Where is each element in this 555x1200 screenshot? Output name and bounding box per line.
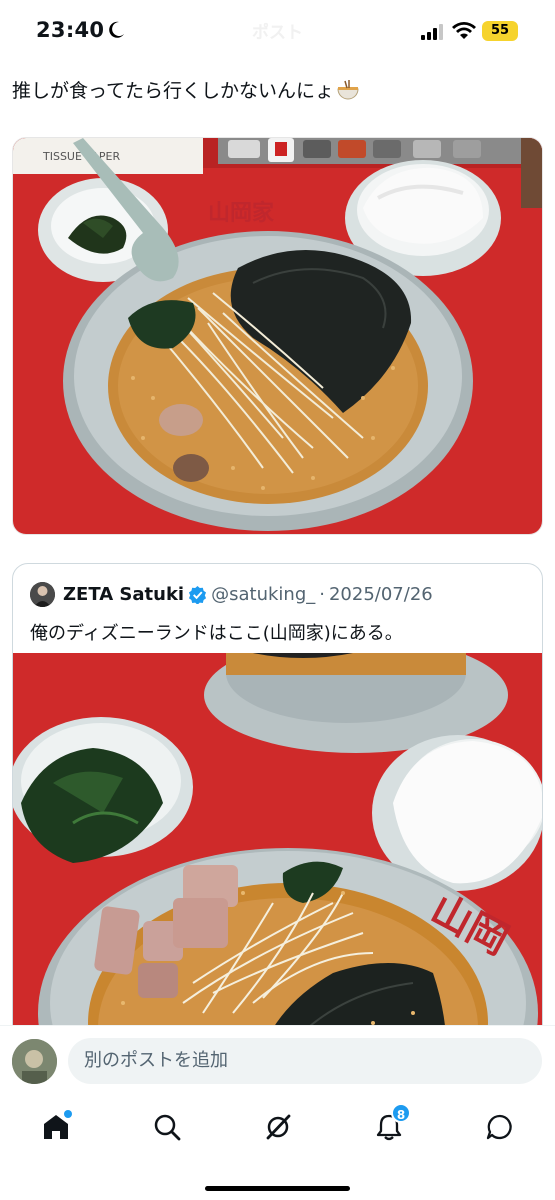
ramen-photo: TISSUE PAPER 山岡家 — [13, 138, 542, 534]
user-avatar-image — [12, 1039, 57, 1084]
post-body: 推しが食ってたら行くしかないんにょ — [12, 80, 335, 102]
quote-tweet-card[interactable]: ZETA Satuki @satuking_ · 2025/07/26 俺のディ… — [12, 563, 543, 1083]
verified-badge-icon — [189, 585, 207, 604]
tab-home[interactable] — [36, 1107, 76, 1147]
ramen-bowl-emoji-icon — [337, 80, 359, 100]
status-bar: 23:40 ポスト 55 — [0, 0, 555, 62]
grok-icon — [266, 1114, 291, 1140]
quote-handle[interactable]: @satuking_ — [211, 584, 315, 605]
quote-header: ZETA Satuki @satuking_ · 2025/07/26 — [30, 581, 433, 607]
quote-display-name[interactable]: ZETA Satuki — [63, 584, 184, 605]
quote-date: 2025/07/26 — [328, 583, 433, 605]
user-avatar[interactable] — [12, 1039, 57, 1084]
wifi-icon — [452, 22, 476, 39]
bottom-tab-bar: 8 — [0, 1093, 555, 1200]
compose-bar: 別のポストを追加 — [0, 1025, 555, 1093]
tab-messages[interactable] — [480, 1107, 520, 1147]
home-notification-dot — [64, 1110, 72, 1118]
post-text: 推しが食ってたら行くしかないんにょ — [12, 76, 360, 103]
add-post-input[interactable]: 別のポストを追加 — [68, 1038, 542, 1084]
tab-grok[interactable] — [258, 1107, 298, 1147]
post-image[interactable]: TISSUE PAPER 山岡家 — [12, 137, 543, 535]
quote-image[interactable]: 山岡 — [13, 623, 542, 1082]
cellular-signal-icon — [421, 24, 443, 40]
quote-ramen-photo: 山岡 — [13, 623, 542, 1082]
message-icon — [486, 1114, 512, 1140]
search-icon — [154, 1114, 181, 1141]
quote-avatar[interactable] — [30, 581, 55, 607]
quote-separator: · — [319, 583, 325, 605]
notification-count-badge: 8 — [391, 1103, 411, 1123]
svg-text:山岡家: 山岡家 — [208, 200, 275, 226]
person-avatar-icon — [30, 581, 55, 607]
tab-notifications[interactable]: 8 — [369, 1103, 411, 1147]
battery-indicator: 55 — [482, 21, 518, 41]
tab-search[interactable] — [147, 1107, 187, 1147]
quote-text: 俺のディズニーランドはここ(山岡家)にある。 — [30, 623, 403, 644]
home-indicator — [205, 1186, 350, 1191]
